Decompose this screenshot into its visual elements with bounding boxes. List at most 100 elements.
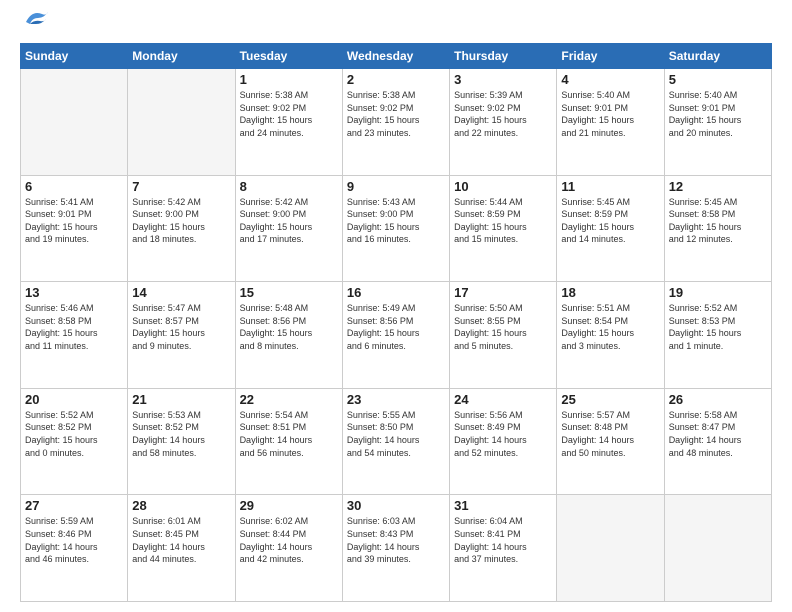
calendar-cell: 30Sunrise: 6:03 AM Sunset: 8:43 PM Dayli…	[342, 495, 449, 602]
calendar-cell: 23Sunrise: 5:55 AM Sunset: 8:50 PM Dayli…	[342, 388, 449, 495]
day-info: Sunrise: 6:03 AM Sunset: 8:43 PM Dayligh…	[347, 515, 445, 565]
calendar-cell: 6Sunrise: 5:41 AM Sunset: 9:01 PM Daylig…	[21, 175, 128, 282]
header-thursday: Thursday	[450, 44, 557, 69]
calendar-cell: 17 Sunrise: 5:50 AM Sunset: 8:55 PM Dayli…	[450, 282, 557, 389]
calendar-cell: 4 Sunrise: 5:40 AM Sunset: 9:01 PM Daylig…	[557, 69, 664, 176]
day-info: Sunrise: 5:38 AM Sunset: 9:02 PM Dayligh…	[240, 89, 338, 139]
calendar-cell: 18Sunrise: 5:51 AM Sunset: 8:54 PM Dayli…	[557, 282, 664, 389]
calendar-week-4: 20 Sunrise: 5:52 AM Sunset: 8:52 PM Dayli…	[21, 388, 772, 495]
day-number: 29	[240, 498, 338, 513]
day-number: 4	[561, 72, 659, 87]
day-info: Sunrise: 5:57 AM Sunset: 8:48 PM Dayligh…	[561, 409, 659, 459]
calendar-cell: 5Sunrise: 5:40 AM Sunset: 9:01 PM Daylig…	[664, 69, 771, 176]
day-number: 8	[240, 179, 338, 194]
calendar-week-2: 6Sunrise: 5:41 AM Sunset: 9:01 PM Daylig…	[21, 175, 772, 282]
day-info: Sunrise: 5:47 AM Sunset: 8:57 PM Dayligh…	[132, 302, 230, 352]
calendar-cell	[21, 69, 128, 176]
calendar-cell: 16 Sunrise: 5:49 AM Sunset: 8:56 PM Dayli…	[342, 282, 449, 389]
day-number: 7	[132, 179, 230, 194]
calendar-cell: 15 Sunrise: 5:48 AM Sunset: 8:56 PM Dayli…	[235, 282, 342, 389]
day-info: Sunrise: 5:52 AM Sunset: 8:53 PM Dayligh…	[669, 302, 767, 352]
day-number: 27	[25, 498, 123, 513]
calendar-cell: 7 Sunrise: 5:42 AM Sunset: 9:00 PM Daylig…	[128, 175, 235, 282]
day-info: Sunrise: 5:38 AM Sunset: 9:02 PM Dayligh…	[347, 89, 445, 139]
day-info: Sunrise: 6:02 AM Sunset: 8:44 PM Dayligh…	[240, 515, 338, 565]
day-info: Sunrise: 5:52 AM Sunset: 8:52 PM Dayligh…	[25, 409, 123, 459]
calendar-cell: 3 Sunrise: 5:39 AM Sunset: 9:02 PM Daylig…	[450, 69, 557, 176]
calendar-cell: 29 Sunrise: 6:02 AM Sunset: 8:44 PM Dayli…	[235, 495, 342, 602]
day-number: 22	[240, 392, 338, 407]
header-saturday: Saturday	[664, 44, 771, 69]
day-number: 2	[347, 72, 445, 87]
header-wednesday: Wednesday	[342, 44, 449, 69]
day-number: 11	[561, 179, 659, 194]
day-info: Sunrise: 5:49 AM Sunset: 8:56 PM Dayligh…	[347, 302, 445, 352]
calendar-cell	[128, 69, 235, 176]
calendar-cell: 28Sunrise: 6:01 AM Sunset: 8:45 PM Dayli…	[128, 495, 235, 602]
day-number: 21	[132, 392, 230, 407]
day-number: 20	[25, 392, 123, 407]
header-monday: Monday	[128, 44, 235, 69]
day-info: Sunrise: 5:40 AM Sunset: 9:01 PM Dayligh…	[561, 89, 659, 139]
calendar-cell: 12Sunrise: 5:45 AM Sunset: 8:58 PM Dayli…	[664, 175, 771, 282]
day-info: Sunrise: 5:42 AM Sunset: 9:00 PM Dayligh…	[240, 196, 338, 246]
calendar-cell: 10Sunrise: 5:44 AM Sunset: 8:59 PM Dayli…	[450, 175, 557, 282]
header	[20, 16, 772, 35]
day-number: 26	[669, 392, 767, 407]
day-info: Sunrise: 5:54 AM Sunset: 8:51 PM Dayligh…	[240, 409, 338, 459]
calendar-cell: 31 Sunrise: 6:04 AM Sunset: 8:41 PM Dayli…	[450, 495, 557, 602]
calendar-week-5: 27 Sunrise: 5:59 AM Sunset: 8:46 PM Dayli…	[21, 495, 772, 602]
day-number: 28	[132, 498, 230, 513]
calendar-week-1: 1 Sunrise: 5:38 AM Sunset: 9:02 PM Daylig…	[21, 69, 772, 176]
header-tuesday: Tuesday	[235, 44, 342, 69]
logo-bird-icon	[22, 8, 50, 35]
calendar-cell	[664, 495, 771, 602]
day-info: Sunrise: 5:48 AM Sunset: 8:56 PM Dayligh…	[240, 302, 338, 352]
day-info: Sunrise: 5:56 AM Sunset: 8:49 PM Dayligh…	[454, 409, 552, 459]
calendar-cell: 22 Sunrise: 5:54 AM Sunset: 8:51 PM Dayli…	[235, 388, 342, 495]
day-number: 19	[669, 285, 767, 300]
calendar-cell: 19 Sunrise: 5:52 AM Sunset: 8:53 PM Dayli…	[664, 282, 771, 389]
day-info: Sunrise: 5:44 AM Sunset: 8:59 PM Dayligh…	[454, 196, 552, 246]
day-info: Sunrise: 5:59 AM Sunset: 8:46 PM Dayligh…	[25, 515, 123, 565]
calendar-cell: 21 Sunrise: 5:53 AM Sunset: 8:52 PM Dayli…	[128, 388, 235, 495]
day-number: 23	[347, 392, 445, 407]
day-number: 24	[454, 392, 552, 407]
day-info: Sunrise: 5:39 AM Sunset: 9:02 PM Dayligh…	[454, 89, 552, 139]
day-number: 18	[561, 285, 659, 300]
day-info: Sunrise: 5:50 AM Sunset: 8:55 PM Dayligh…	[454, 302, 552, 352]
day-number: 12	[669, 179, 767, 194]
day-number: 3	[454, 72, 552, 87]
day-info: Sunrise: 5:42 AM Sunset: 9:00 PM Dayligh…	[132, 196, 230, 246]
day-number: 15	[240, 285, 338, 300]
calendar-cell: 13Sunrise: 5:46 AM Sunset: 8:58 PM Dayli…	[21, 282, 128, 389]
logo-text	[20, 16, 50, 35]
day-number: 25	[561, 392, 659, 407]
calendar-cell: 1 Sunrise: 5:38 AM Sunset: 9:02 PM Daylig…	[235, 69, 342, 176]
day-info: Sunrise: 5:43 AM Sunset: 9:00 PM Dayligh…	[347, 196, 445, 246]
calendar-cell: 9 Sunrise: 5:43 AM Sunset: 9:00 PM Daylig…	[342, 175, 449, 282]
calendar-cell: 26 Sunrise: 5:58 AM Sunset: 8:47 PM Dayli…	[664, 388, 771, 495]
calendar-header-row: SundayMondayTuesdayWednesdayThursdayFrid…	[21, 44, 772, 69]
header-friday: Friday	[557, 44, 664, 69]
day-number: 16	[347, 285, 445, 300]
day-info: Sunrise: 5:40 AM Sunset: 9:01 PM Dayligh…	[669, 89, 767, 139]
calendar-table: SundayMondayTuesdayWednesdayThursdayFrid…	[20, 43, 772, 602]
day-number: 31	[454, 498, 552, 513]
calendar-cell: 8 Sunrise: 5:42 AM Sunset: 9:00 PM Daylig…	[235, 175, 342, 282]
day-info: Sunrise: 5:58 AM Sunset: 8:47 PM Dayligh…	[669, 409, 767, 459]
day-number: 17	[454, 285, 552, 300]
page: SundayMondayTuesdayWednesdayThursdayFrid…	[0, 0, 792, 612]
calendar-week-3: 13Sunrise: 5:46 AM Sunset: 8:58 PM Dayli…	[21, 282, 772, 389]
day-number: 14	[132, 285, 230, 300]
day-number: 9	[347, 179, 445, 194]
day-number: 1	[240, 72, 338, 87]
day-info: Sunrise: 6:04 AM Sunset: 8:41 PM Dayligh…	[454, 515, 552, 565]
calendar-cell: 14 Sunrise: 5:47 AM Sunset: 8:57 PM Dayli…	[128, 282, 235, 389]
calendar-cell: 20 Sunrise: 5:52 AM Sunset: 8:52 PM Dayli…	[21, 388, 128, 495]
day-info: Sunrise: 5:53 AM Sunset: 8:52 PM Dayligh…	[132, 409, 230, 459]
calendar-cell: 11 Sunrise: 5:45 AM Sunset: 8:59 PM Dayli…	[557, 175, 664, 282]
calendar-cell: 27 Sunrise: 5:59 AM Sunset: 8:46 PM Dayli…	[21, 495, 128, 602]
calendar-cell: 24 Sunrise: 5:56 AM Sunset: 8:49 PM Dayli…	[450, 388, 557, 495]
day-info: Sunrise: 5:45 AM Sunset: 8:59 PM Dayligh…	[561, 196, 659, 246]
